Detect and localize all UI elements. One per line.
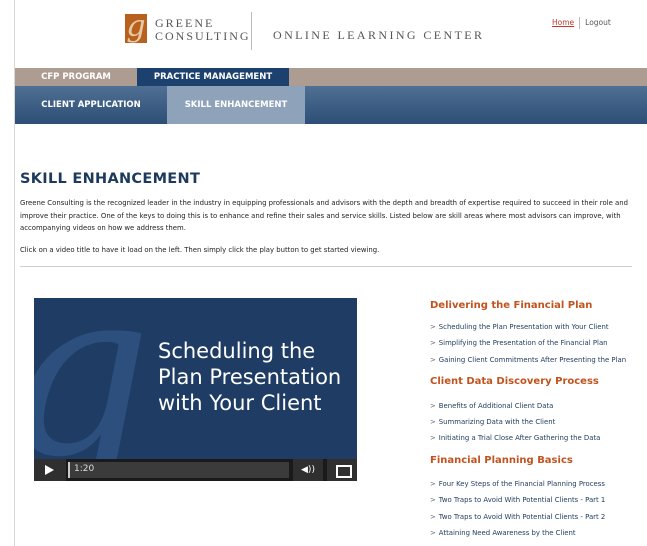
video-link-label: Benefits of Additional Client Data: [438, 402, 554, 410]
video-link[interactable]: > Attaining Need Awareness by the Client: [430, 529, 576, 537]
section-divider: [20, 266, 632, 267]
video-link[interactable]: > Simplifying the Presentation of the Fin…: [430, 339, 608, 347]
page-title: SKILL ENHANCEMENT: [20, 171, 201, 187]
video-link[interactable]: > Summarizing Data with the Client: [430, 418, 555, 426]
logout-link[interactable]: Logout: [585, 18, 611, 27]
video-link[interactable]: > Initiating a Trial Close After Gatherin…: [430, 434, 600, 442]
link-arrow-icon: >: [430, 480, 436, 488]
link-arrow-icon: >: [430, 496, 436, 504]
video-link[interactable]: > Two Traps to Avoid With Potential Clien…: [430, 513, 605, 521]
page-container: g Greene Consulting ONLINE LEARNING CENT…: [14, 0, 647, 546]
tab-skill-enhancement[interactable]: SKILL ENHANCEMENT: [167, 86, 305, 124]
tab-practice-management[interactable]: PRACTICE MANAGEMENT: [137, 68, 289, 86]
utility-links: Home Logout: [552, 17, 611, 29]
video-link[interactable]: > Four Key Steps of the Financial Plannin…: [430, 480, 605, 488]
primary-nav: CFP PROGRAM PRACTICE MANAGEMENT: [15, 68, 647, 86]
video-link[interactable]: > Two Traps to Avoid With Potential Clien…: [430, 496, 605, 504]
video-link-label: Four Key Steps of the Financial Planning…: [438, 480, 605, 488]
intro-paragraph: Greene Consulting is the recognized lead…: [20, 199, 628, 233]
video-link-label: Scheduling the Plan Presentation with Yo…: [438, 323, 609, 331]
tab-cfp-program[interactable]: CFP PROGRAM: [15, 68, 137, 86]
video-link-label: Two Traps to Avoid With Potential Client…: [438, 513, 606, 521]
video-time: 1:20: [74, 464, 95, 474]
link-arrow-icon: >: [430, 356, 436, 364]
category-heading: Financial Planning Basics: [430, 455, 573, 466]
video-link[interactable]: > Gaining Client Commitments After Presen…: [430, 356, 626, 364]
category-heading: Client Data Discovery Process: [430, 376, 599, 387]
logo-mark[interactable]: g: [125, 9, 147, 44]
volume-icon[interactable]: ◀)): [293, 459, 323, 481]
logo-line-2: Consulting: [155, 29, 251, 43]
video-title: Scheduling the Plan Presentation with Yo…: [158, 339, 342, 415]
link-arrow-icon: >: [430, 418, 436, 426]
video-player[interactable]: g Scheduling the Plan Presentation with …: [34, 298, 357, 481]
video-progress-bar[interactable]: 1:20: [68, 462, 289, 478]
home-link[interactable]: Home: [552, 18, 574, 27]
link-arrow-icon: >: [430, 323, 436, 331]
video-link-label: Simplifying the Presentation of the Fina…: [438, 339, 608, 347]
logo-wordmark[interactable]: Greene Consulting: [155, 17, 251, 43]
video-link-label: Initiating a Trial Close After Gathering…: [438, 434, 601, 442]
link-arrow-icon: >: [430, 434, 436, 442]
video-link[interactable]: > Scheduling the Plan Presentation with Y…: [430, 323, 609, 331]
site-title: ONLINE LEARNING CENTER: [273, 28, 485, 42]
link-arrow-icon: >: [430, 513, 436, 521]
utility-divider: [579, 17, 581, 29]
logo-letter: g: [126, 9, 146, 44]
category-heading: Delivering the Financial Plan: [430, 300, 593, 311]
video-controls: 1:20 ◀)): [34, 459, 357, 481]
video-link-label: Two Traps to Avoid With Potential Client…: [438, 496, 606, 504]
video-link-label: Attaining Need Awareness by the Client: [438, 529, 576, 537]
link-arrow-icon: >: [430, 402, 436, 410]
secondary-nav: CLIENT APPLICATION SKILL ENHANCEMENT: [15, 86, 647, 124]
video-link-label: Summarizing Data with the Client: [438, 418, 556, 426]
tab-client-application[interactable]: CLIENT APPLICATION: [15, 86, 167, 124]
fullscreen-icon[interactable]: [327, 459, 357, 481]
link-arrow-icon: >: [430, 529, 436, 537]
video-link-label: Gaining Client Commitments After Present…: [438, 356, 627, 364]
site-header: g Greene Consulting ONLINE LEARNING CENT…: [15, 0, 647, 68]
logo-watermark: g: [34, 298, 151, 481]
link-arrow-icon: >: [430, 339, 436, 347]
video-link[interactable]: > Benefits of Additional Client Data: [430, 402, 553, 410]
play-icon[interactable]: [34, 459, 66, 481]
header-divider: [251, 12, 252, 50]
instructions-text: Click on a video title to have it load o…: [20, 246, 380, 254]
